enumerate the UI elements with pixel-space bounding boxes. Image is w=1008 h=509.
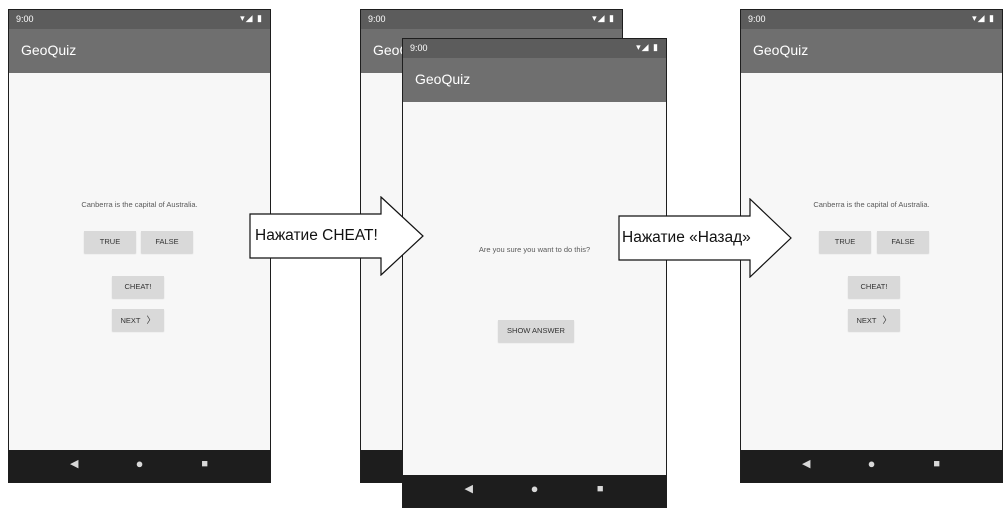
nav-bar: ◀ ● ■ — [9, 450, 270, 482]
false-button[interactable]: FALSE — [877, 231, 929, 253]
true-button[interactable]: TRUE — [84, 231, 136, 253]
cheat-button[interactable]: CHEAT! — [848, 276, 900, 298]
status-time: 9:00 — [748, 14, 766, 24]
arrow-label: Нажатие CHEAT! — [255, 227, 378, 244]
status-bar: 9:00 ▾◢ ▮ — [9, 10, 270, 29]
status-icons: ▾◢ ▮ — [240, 13, 263, 23]
app-bar: GeoQuiz — [403, 58, 666, 102]
status-icons: ▾◢ ▮ — [592, 13, 615, 23]
flow-arrow-cheat: Нажатие CHEAT! — [249, 196, 424, 276]
status-time: 9:00 — [16, 14, 34, 24]
app-title: GeoQuiz — [21, 42, 77, 58]
status-icons: ▾◢ ▮ — [972, 13, 995, 23]
app-bar: GeoQuiz — [741, 29, 1002, 73]
app-title: GeoQuiz — [415, 71, 471, 87]
back-icon[interactable]: ◀ — [70, 459, 78, 470]
status-time: 9:00 — [368, 14, 386, 24]
home-icon[interactable]: ● — [531, 482, 539, 495]
app-title: GeoQuiz — [753, 42, 809, 58]
flow-arrow-back: Нажатие «Назад» — [618, 198, 792, 278]
status-bar: 9:00 ▾◢ ▮ — [403, 39, 666, 58]
recents-icon[interactable]: ■ — [201, 459, 208, 470]
app-bar: GeoQuiz — [9, 29, 270, 73]
recents-icon[interactable]: ■ — [597, 484, 604, 495]
status-bar: 9:00 ▾◢ ▮ — [741, 10, 1002, 29]
nav-bar: ◀ ● ■ — [403, 475, 666, 507]
back-icon[interactable]: ◀ — [802, 459, 810, 470]
chevron-right-icon: 〉 — [882, 315, 892, 325]
question-text: Canberra is the capital of Australia. — [81, 200, 198, 209]
true-button[interactable]: TRUE — [819, 231, 871, 253]
show-answer-button[interactable]: SHOW ANSWER — [498, 320, 574, 342]
status-time: 9:00 — [410, 43, 428, 53]
recents-icon[interactable]: ■ — [933, 459, 940, 470]
home-icon[interactable]: ● — [136, 457, 144, 470]
home-icon[interactable]: ● — [868, 457, 876, 470]
arrow-label: Нажатие «Назад» — [622, 229, 751, 246]
next-button[interactable]: NEXT 〉 — [112, 309, 164, 331]
back-icon[interactable]: ◀ — [465, 484, 473, 495]
next-button-label: NEXT — [120, 316, 141, 325]
chevron-right-icon: 〉 — [146, 315, 156, 325]
nav-bar: ◀ ● ■ — [741, 450, 1002, 482]
next-button-label: NEXT — [856, 316, 877, 325]
status-icons: ▾◢ ▮ — [636, 42, 659, 52]
false-button[interactable]: FALSE — [141, 231, 193, 253]
cheat-button[interactable]: CHEAT! — [112, 276, 164, 298]
next-button[interactable]: NEXT 〉 — [848, 309, 900, 331]
status-bar: 9:00 ▾◢ ▮ — [361, 10, 622, 29]
phone-screen-quiz: 9:00 ▾◢ ▮ GeoQuiz Canberra is the capita… — [8, 9, 271, 483]
